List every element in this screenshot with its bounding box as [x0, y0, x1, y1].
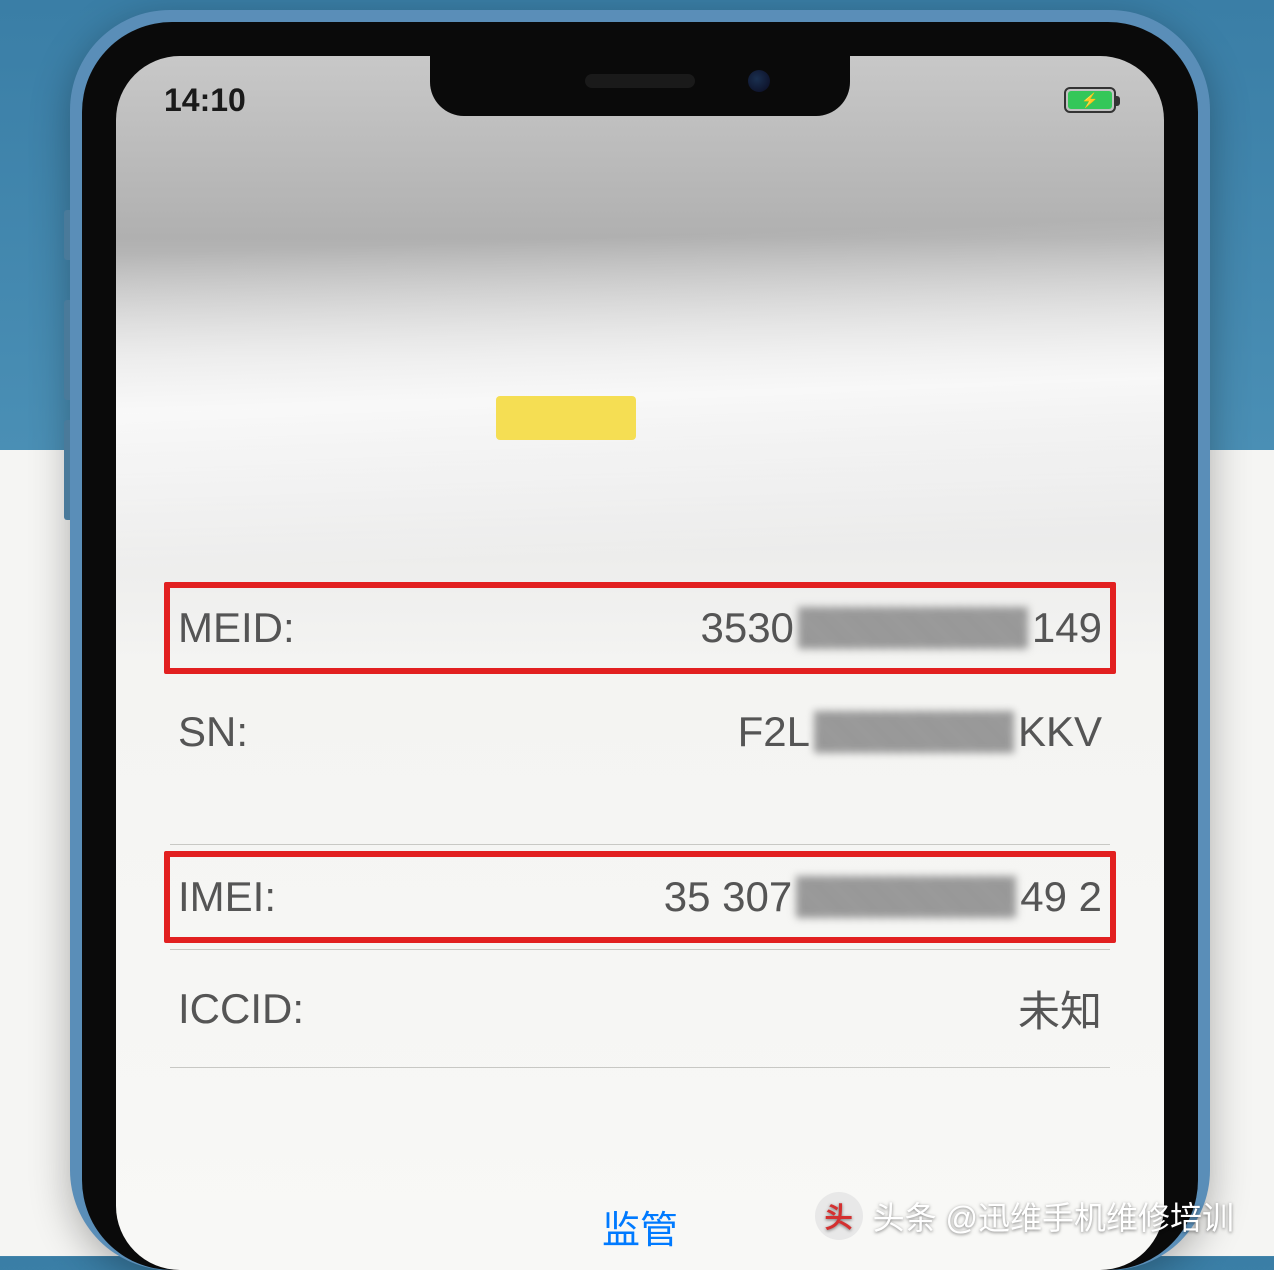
volume-down-button — [64, 420, 70, 520]
screen-glare — [116, 216, 1164, 576]
imei-label: IMEI: — [178, 873, 276, 921]
battery-fill: ⚡ — [1068, 91, 1112, 109]
spacer — [170, 784, 1110, 844]
iccid-value: 未知 — [1018, 978, 1102, 1039]
status-bar: 14:10 ⚡ — [164, 80, 1116, 120]
device-info-list: MEID: 3530 149 SN: F2L KKV — [170, 576, 1110, 1068]
status-right: ⚡ — [1056, 87, 1116, 113]
status-time: 14:10 — [164, 82, 246, 119]
phone-bezel: 14:10 ⚡ MEID: 3530 — [82, 22, 1198, 1270]
yellow-reflection — [496, 396, 636, 440]
phone-device: 14:10 ⚡ MEID: 3530 — [70, 10, 1210, 1270]
meid-value: 3530 149 — [700, 604, 1102, 652]
imei-censored — [796, 876, 1016, 918]
sn-row[interactable]: SN: F2L KKV — [170, 680, 1110, 784]
iccid-row[interactable]: ICCID: 未知 — [170, 950, 1110, 1067]
phone-screen[interactable]: 14:10 ⚡ MEID: 3530 — [116, 56, 1164, 1270]
meid-censored — [798, 607, 1028, 649]
volume-up-button — [64, 300, 70, 400]
watermark-logo-icon: 头 — [815, 1192, 863, 1240]
sn-value: F2L KKV — [738, 708, 1102, 756]
meid-label: MEID: — [178, 604, 295, 652]
watermark: 头 头条 @迅维手机维修培训 — [815, 1192, 1234, 1240]
sn-label: SN: — [178, 708, 248, 756]
battery-icon: ⚡ — [1064, 87, 1116, 113]
meid-row[interactable]: MEID: 3530 149 — [170, 576, 1110, 680]
iccid-label: ICCID: — [178, 985, 304, 1033]
watermark-text: 头条 @迅维手机维修培训 — [873, 1193, 1234, 1239]
imei-value: 35 307 49 2 — [664, 873, 1102, 921]
mute-switch — [64, 210, 70, 260]
charging-bolt-icon: ⚡ — [1081, 92, 1098, 109]
imei-row[interactable]: IMEI: 35 307 49 2 — [170, 845, 1110, 949]
separator — [170, 1067, 1110, 1068]
sn-censored — [814, 711, 1014, 753]
